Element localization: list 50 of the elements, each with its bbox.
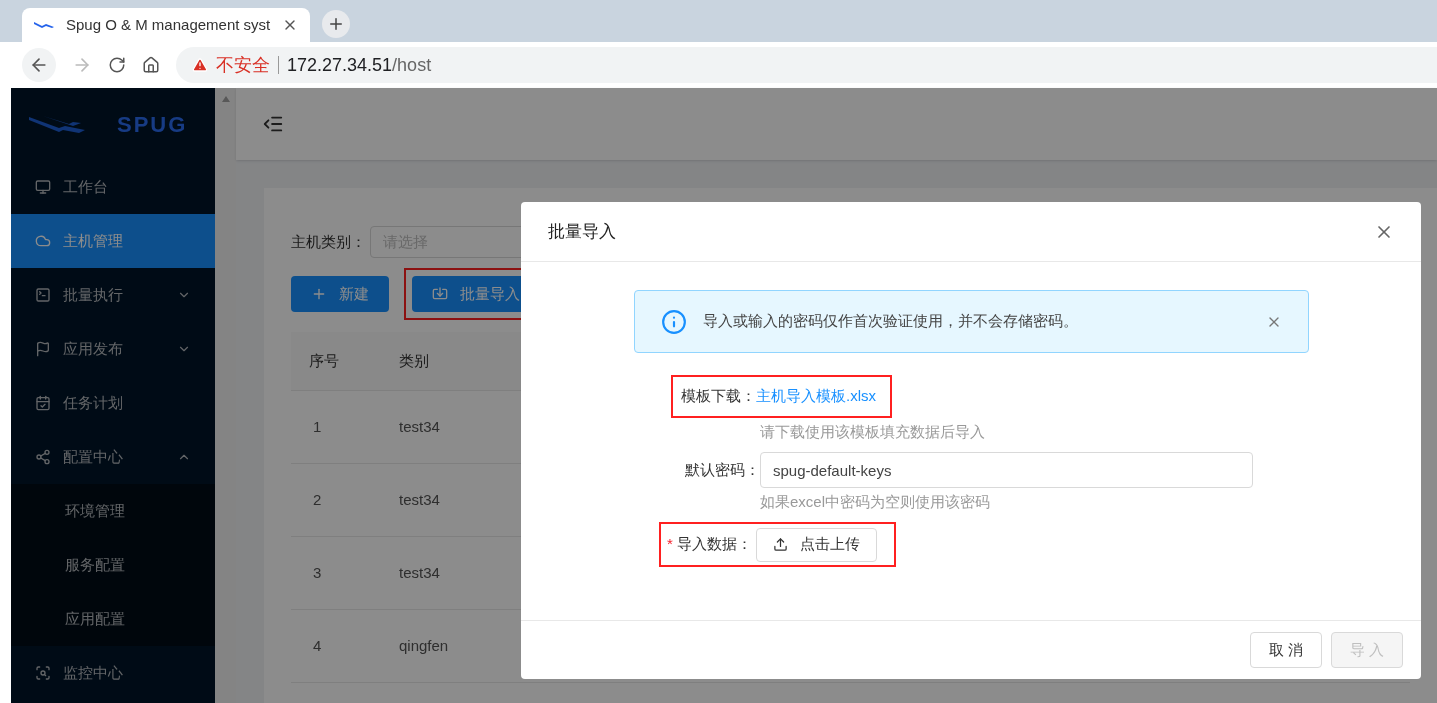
table-cell-text: 3 xyxy=(312,562,323,583)
table-cell-text: test34 xyxy=(399,416,440,437)
tab-title: Spug O & M management syst xyxy=(66,14,271,35)
logo-icon xyxy=(29,114,85,134)
required-mark: * xyxy=(667,534,673,555)
add-button[interactable]: 新建 xyxy=(291,276,389,312)
home-icon[interactable] xyxy=(142,56,160,74)
back-button[interactable] xyxy=(22,48,56,82)
upload-button[interactable]: 点击上传 xyxy=(755,527,877,562)
upload-icon xyxy=(772,537,788,552)
table-cell-text: 4 xyxy=(312,635,323,656)
info-icon xyxy=(661,308,687,335)
sidebar-item[interactable]: 配置中心 xyxy=(11,430,215,484)
table-cell-text: test34 xyxy=(399,562,440,583)
sidebar-item[interactable]: 服务配置 xyxy=(11,538,215,592)
field-hint: 请下载使用该模板填充数据后导入 xyxy=(760,422,985,442)
column-header: 类别 xyxy=(399,350,429,371)
plus-icon xyxy=(311,286,327,302)
warning-icon xyxy=(192,57,208,73)
template-link[interactable]: 主机导入模板.xlsx xyxy=(756,385,876,408)
table-cell-text: test34 xyxy=(399,489,440,510)
table-cell-text: 1 xyxy=(312,416,323,437)
field-label: 模板下载： xyxy=(681,386,756,407)
address-bar[interactable]: 不安全 172.27.34.51/host xyxy=(176,47,1437,83)
table-cell-text: qingfen xyxy=(399,635,449,656)
sidebar-item[interactable]: 工作台 xyxy=(11,160,215,214)
column-header: 序号 xyxy=(308,350,340,371)
sidebar-item[interactable]: 环境管理 xyxy=(11,484,215,538)
logo-text: SPUG xyxy=(117,110,188,139)
sidebar-item[interactable]: 监控中心 xyxy=(11,646,215,700)
cancel-button[interactable]: 取 消 xyxy=(1250,632,1322,668)
import-icon xyxy=(432,286,448,302)
sidebar-item[interactable]: 主机管理 xyxy=(11,214,215,268)
browser-tab[interactable]: Spug O & M management syst xyxy=(22,8,311,42)
filter-label: 主机类别： xyxy=(291,231,366,252)
sidebar-item[interactable]: 批量执行 xyxy=(11,268,215,322)
reload-icon[interactable] xyxy=(108,56,126,74)
password-field[interactable]: spug-default-keys xyxy=(760,452,1253,488)
field-label: 导入数据： xyxy=(676,534,752,555)
url-text: 172.27.34.51/host xyxy=(287,53,432,77)
sidebar-item[interactable]: 应用发布 xyxy=(11,322,215,376)
sidebar-item[interactable]: 应用配置 xyxy=(11,592,215,646)
new-tab-button[interactable] xyxy=(322,10,351,38)
field-label: 默认密码： xyxy=(684,459,760,480)
field-hint: 如果excel中密码为空则使用该密码 xyxy=(760,492,991,512)
security-warning: 不安全 xyxy=(216,53,270,77)
sidebar-item[interactable]: 任务计划 xyxy=(11,376,215,430)
alert-text: 导入或输入的密码仅作首次验证使用，并不会存储密码。 xyxy=(703,311,1079,332)
logo-icon xyxy=(34,21,54,29)
table-cell-text: 2 xyxy=(312,489,323,510)
